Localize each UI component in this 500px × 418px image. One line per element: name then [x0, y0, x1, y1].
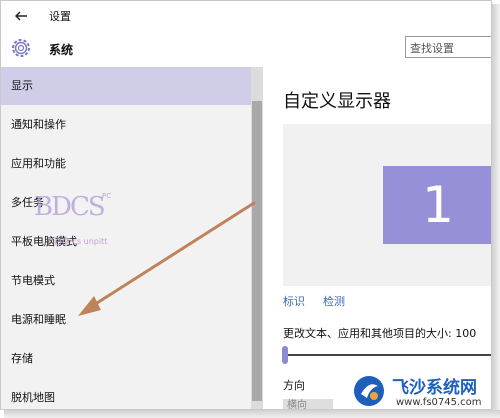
window-shadow-right: [492, 4, 500, 414]
title-bar: 设置: [1, 1, 491, 31]
page-title: 自定义显示器: [283, 91, 391, 112]
bdcs-watermark-pc: PC: [102, 192, 112, 200]
sidebar-item-storage[interactable]: 存储: [1, 340, 251, 378]
sidebar-item-power-sleep[interactable]: 电源和睡眠: [1, 301, 251, 339]
back-arrow-icon[interactable]: [11, 6, 31, 26]
detect-link[interactable]: 检测: [323, 293, 345, 309]
site-logo-icon: [354, 376, 384, 406]
section-title: 系统: [49, 43, 74, 57]
sidebar-item-battery-saver[interactable]: 节电模式: [1, 262, 251, 300]
site-watermark: 飞沙系统网 www.fs0745.com: [352, 372, 492, 412]
monitor-tile[interactable]: 1: [383, 166, 491, 244]
sidebar-item-display[interactable]: 显示: [1, 67, 251, 105]
bdcs-watermark-text: BDCS: [34, 192, 106, 222]
scale-slider-track[interactable]: [283, 354, 491, 356]
display-preview-area: 1: [283, 124, 491, 286]
gear-icon: [12, 39, 30, 57]
orientation-dropdown[interactable]: 横向: [283, 399, 333, 409]
bdcs-watermark: BDCS PC 百度·cs unpitt: [34, 192, 134, 246]
sidebar-item-notifications[interactable]: 通知和操作: [1, 106, 251, 144]
main-content: 自定义显示器 1 标识 检测 更改文本、应用和其他项目的大小: 100 方向 横…: [263, 67, 491, 409]
bdcs-watermark-sub: 百度·cs unpitt: [54, 237, 108, 246]
scale-slider-handle[interactable]: [282, 346, 288, 364]
window-title: 设置: [49, 10, 71, 23]
sidebar-item-apps[interactable]: 应用和功能: [1, 145, 251, 183]
scrollbar-thumb[interactable]: [252, 101, 262, 401]
orientation-label: 方向: [283, 379, 305, 392]
sidebar-scrollbar[interactable]: [251, 67, 263, 409]
scale-label: 更改文本、应用和其他项目的大小: 100: [283, 327, 477, 340]
site-url: www.fs0745.com: [396, 397, 482, 408]
site-name: 飞沙系统网: [392, 378, 477, 398]
search-box[interactable]: [405, 36, 491, 59]
sidebar-item-offline-maps[interactable]: 脱机地图: [1, 379, 251, 409]
search-input[interactable]: [406, 38, 491, 59]
identify-link[interactable]: 标识: [283, 293, 305, 309]
section-header: 系统: [1, 31, 491, 67]
